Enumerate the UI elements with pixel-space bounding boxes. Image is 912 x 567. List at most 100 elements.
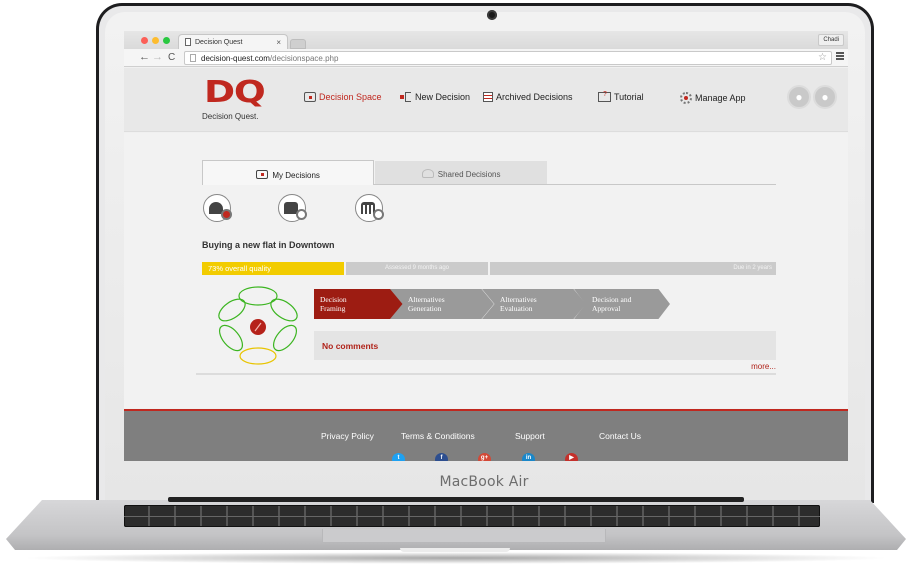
- close-window-button[interactable]: [141, 37, 148, 44]
- bell-icon: ●: [795, 90, 803, 104]
- back-icon[interactable]: ←: [139, 51, 150, 63]
- decision-space-icon: [304, 92, 316, 102]
- logo[interactable]: DQ: [204, 75, 266, 110]
- bookmark-star-icon[interactable]: ☆: [818, 52, 827, 63]
- selected-badge: [221, 209, 232, 220]
- step-label: Framing: [320, 304, 346, 313]
- laptop-notch: [400, 548, 510, 552]
- unselected-badge: [296, 209, 307, 220]
- browser-menu-icon[interactable]: [836, 52, 844, 60]
- trackpad: [322, 529, 606, 543]
- decision-quality-wheel[interactable]: [216, 286, 300, 366]
- document-icon: [185, 38, 191, 46]
- footer: Privacy Policy Terms & Conditions Suppor…: [124, 409, 848, 461]
- unselected-badge: [373, 209, 384, 220]
- wheel-ring-bottom-left: [218, 324, 244, 352]
- decision-space-content: My Decisions Shared Decisions Buying a n…: [124, 133, 848, 408]
- step-label: Alternatives: [408, 295, 445, 304]
- page-icon: [190, 54, 196, 62]
- nav-new-decision[interactable]: New Decision: [400, 92, 470, 102]
- people-icon: [421, 169, 434, 178]
- google-plus-icon[interactable]: g+: [478, 453, 491, 461]
- due-status: Due in 2 years: [490, 262, 776, 275]
- new-decision-icon: [400, 92, 412, 102]
- gear-icon: [680, 92, 692, 104]
- archive-icon: [483, 92, 493, 102]
- step-label: Alternatives: [500, 295, 537, 304]
- logo-text: Decision Quest.: [202, 112, 259, 121]
- browser-tab-bar: Decision Quest × Chadi: [124, 31, 848, 49]
- stakeholder-institution[interactable]: [355, 194, 384, 222]
- step-label: Evaluation: [500, 304, 533, 313]
- tab-my-decisions[interactable]: My Decisions: [202, 160, 374, 185]
- stakeholder-person[interactable]: [203, 194, 232, 222]
- facebook-icon[interactable]: f: [435, 453, 448, 461]
- assessed-status: Assessed 9 months ago: [346, 262, 488, 275]
- wheel-ring-top-left: [218, 298, 246, 322]
- wheel-ring-top-right: [270, 298, 298, 322]
- footer-link-support[interactable]: Support: [515, 431, 545, 441]
- nav-label: Decision Space: [319, 92, 382, 102]
- comments-box: No comments: [314, 331, 776, 360]
- step-label: Approval: [592, 304, 621, 313]
- new-tab-button[interactable]: [290, 39, 306, 49]
- nav-label: Tutorial: [614, 92, 644, 102]
- browser-tab[interactable]: Decision Quest ×: [178, 34, 288, 49]
- keyboard-row-divider: [124, 516, 820, 517]
- footer-link-terms[interactable]: Terms & Conditions: [401, 431, 475, 441]
- user-icon: ●: [821, 90, 829, 104]
- linkedin-icon[interactable]: in: [522, 453, 535, 461]
- url-path: /decisionspace.php: [269, 54, 339, 63]
- nav-archived-decisions[interactable]: Archived Decisions: [483, 92, 573, 102]
- step-alternatives-generation[interactable]: Alternatives Generation: [390, 289, 494, 319]
- maximize-window-button[interactable]: [163, 37, 170, 44]
- decision-steps: Decision Framing Alternatives Generation…: [314, 289, 670, 319]
- laptop-shadow: [20, 552, 892, 564]
- step-label: Decision and: [592, 295, 632, 304]
- more-link[interactable]: more...: [751, 362, 776, 371]
- minimize-window-button[interactable]: [152, 37, 159, 44]
- footer-link-privacy[interactable]: Privacy Policy: [321, 431, 374, 441]
- youtube-icon[interactable]: ▶: [565, 453, 578, 461]
- nav-tutorial[interactable]: Tutorial: [598, 91, 644, 102]
- decision-title[interactable]: Buying a new flat in Downtown: [202, 240, 335, 250]
- nav-label: Archived Decisions: [496, 92, 573, 102]
- tab-label: My Decisions: [272, 171, 320, 180]
- laptop-hinge: [168, 497, 744, 502]
- wheel-ring-bottom-right: [272, 324, 298, 352]
- divider: [196, 373, 776, 375]
- forward-icon[interactable]: →: [152, 51, 163, 63]
- quality-progress: 73% overall quality: [202, 262, 344, 275]
- stakeholder-business[interactable]: [278, 194, 307, 222]
- notifications-button[interactable]: ●: [787, 85, 811, 109]
- quality-bar: 73% overall quality Assessed 9 months ag…: [202, 262, 776, 275]
- reload-icon[interactable]: C: [168, 52, 175, 63]
- url-domain: decision-quest.com: [201, 54, 270, 63]
- tab-label: Shared Decisions: [437, 170, 501, 179]
- decision-tabs: My Decisions Shared Decisions: [202, 160, 776, 185]
- browser-toolbar: ← → C decision-quest.com/decisionspace.p…: [124, 49, 848, 67]
- nav-manage-app[interactable]: Manage App: [680, 92, 746, 104]
- footer-link-contact[interactable]: Contact Us: [599, 431, 641, 441]
- wheel-ring-bottom: [239, 347, 277, 365]
- camera-icon: [487, 10, 497, 20]
- nav-label: New Decision: [415, 92, 471, 102]
- nav-decision-space[interactable]: Decision Space: [304, 92, 382, 102]
- step-alternatives-evaluation[interactable]: Alternatives Evaluation: [482, 289, 586, 319]
- step-label: Generation: [408, 304, 442, 313]
- step-decision-approval[interactable]: Decision and Approval: [574, 289, 670, 319]
- browser-tab-title: Decision Quest: [195, 39, 243, 46]
- close-tab-icon[interactable]: ×: [276, 38, 281, 47]
- twitter-icon[interactable]: t: [392, 453, 405, 461]
- decision-space-icon: [256, 170, 269, 179]
- address-bar[interactable]: decision-quest.com/decisionspace.php ☆: [184, 51, 832, 65]
- device-label: MacBook Air: [439, 474, 529, 490]
- app-header: DQ Decision Quest. Decision Space New De…: [124, 68, 848, 132]
- browser-user-button[interactable]: Chadi: [818, 34, 844, 46]
- tutorial-icon: [598, 91, 611, 102]
- nav-label: Manage App: [695, 93, 746, 103]
- tab-shared-decisions[interactable]: Shared Decisions: [375, 161, 547, 184]
- profile-button[interactable]: ●: [813, 85, 837, 109]
- screen: Decision Quest × Chadi ← → C decision-qu…: [124, 31, 848, 461]
- laptop-mockup: Decision Quest × Chadi ← → C decision-qu…: [0, 0, 912, 567]
